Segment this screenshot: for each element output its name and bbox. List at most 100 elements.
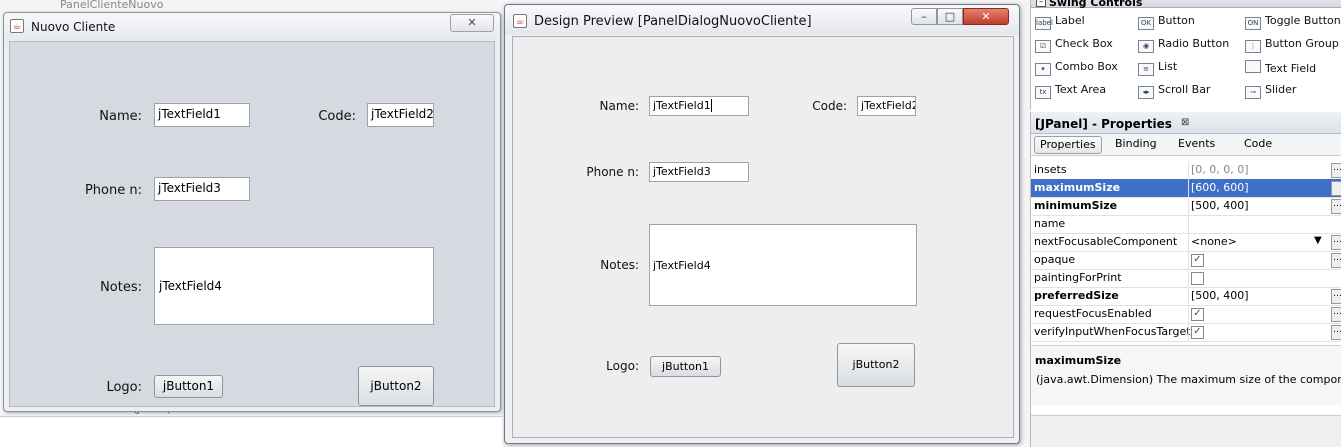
minimize-icon: – (921, 10, 927, 23)
palette-item-label: Button (1158, 14, 1195, 27)
property-checkbox[interactable] (1191, 272, 1204, 285)
palette-item-check-box[interactable]: ☑ Check Box (1035, 37, 1113, 53)
column-divider (1188, 305, 1189, 323)
maximize-button[interactable]: □ (937, 8, 963, 25)
palette-category-label: Swing Controls (1049, 0, 1143, 9)
palette-item-button[interactable]: OK Button (1138, 14, 1195, 30)
name-value: jTextField1 (653, 99, 711, 112)
property-checkbox[interactable]: ✓ (1191, 308, 1204, 321)
column-divider (1188, 251, 1189, 269)
code-input[interactable]: jTextField2 (367, 103, 434, 127)
notes-label: Notes: (100, 280, 142, 295)
column-divider (1188, 215, 1189, 233)
palette-item-label: Radio Button (1158, 37, 1230, 50)
property-editor-button[interactable]: … (1331, 325, 1341, 340)
property-editor-button[interactable]: … (1331, 289, 1341, 304)
property-editor-button[interactable]: … (1331, 235, 1341, 250)
property-row-paintingforprint[interactable]: paintingForPrint (1031, 269, 1341, 288)
close-button[interactable]: ✕ (963, 8, 1009, 25)
property-editor-button[interactable]: … (1331, 307, 1341, 322)
property-name: paintingForPrint (1034, 271, 1122, 284)
column-divider (1188, 287, 1189, 305)
dropdown-arrow-icon[interactable]: ▼ (1314, 235, 1322, 246)
background-panel (0, 416, 503, 447)
property-row-opaque[interactable]: opaque✓… (1031, 251, 1341, 270)
property-value[interactable]: <none> (1191, 235, 1237, 248)
property-editor-button[interactable]: … (1331, 163, 1341, 178)
property-value[interactable]: [600, 600] (1191, 181, 1249, 194)
property-row-nextfocusablecomponent[interactable]: nextFocusableComponent<none>▼… (1031, 233, 1341, 252)
tab-binding[interactable]: Binding (1110, 136, 1162, 154)
property-name: maximumSize (1034, 181, 1121, 194)
palette-item-label: Button Group (1265, 37, 1339, 50)
palette-item-toggle-button[interactable]: ON Toggle Button (1245, 14, 1341, 30)
logo-label: Logo: (106, 380, 142, 395)
property-editor-button[interactable]: … (1331, 199, 1341, 214)
palette-item-slider[interactable]: ⊸ Slider (1245, 83, 1296, 99)
property-row-minimumsize[interactable]: minimumSize[500, 400]… (1031, 197, 1341, 216)
property-row-insets[interactable]: insets [0, 0, 0, 0] … (1031, 161, 1341, 180)
palette-item-label: Text Field (1265, 62, 1317, 75)
close-button[interactable]: ✕ (450, 14, 494, 32)
checkbox-icon: ☑ (1035, 40, 1051, 53)
text-field-icon (1245, 60, 1261, 73)
property-name: insets (1034, 163, 1067, 176)
property-name: verifyInputWhenFocusTarget (1034, 325, 1191, 338)
palette-item-label[interactable]: label Label (1035, 14, 1085, 30)
jbutton2[interactable]: jButton2 (837, 343, 915, 387)
property-value[interactable]: [500, 400] (1191, 199, 1249, 212)
property-name: preferredSize (1034, 289, 1119, 302)
text-area-icon: tx (1035, 86, 1051, 99)
palette-item-button-group[interactable]: ⋮ Button Group (1245, 37, 1339, 53)
minimize-button[interactable]: – (911, 8, 937, 25)
jbutton2[interactable]: jButton2 (358, 366, 434, 406)
palette-item-scroll-bar[interactable]: ◂▸ Scroll Bar (1138, 83, 1210, 99)
close-icon[interactable]: ⊠ (1181, 117, 1189, 128)
palette-item-radio-button[interactable]: ◉ Radio Button (1138, 37, 1229, 53)
button-group-icon: ⋮ (1245, 40, 1261, 53)
property-checkbox[interactable]: ✓ (1191, 254, 1204, 267)
phone-input[interactable]: jTextField3 (154, 177, 250, 201)
palette-item-label: List (1158, 60, 1178, 73)
palette-category-header[interactable]: – Swing Controls (1031, 0, 1341, 9)
lower-panel (1031, 415, 1341, 447)
property-editor-button[interactable]: … (1331, 253, 1341, 268)
code-input[interactable]: jTextField2 (857, 96, 916, 116)
property-row-maximumsize[interactable]: maximumSize [600, 600] … (1031, 179, 1341, 198)
tab-events[interactable]: Events (1173, 136, 1220, 154)
java-app-icon: ☕ (10, 19, 24, 33)
jbutton1[interactable]: jButton1 (154, 375, 223, 398)
name-input[interactable]: jTextField1 (649, 96, 749, 116)
nuovo-cliente-window: ☕ Nuovo Cliente ✕ Name: jTextField1 Code… (3, 12, 501, 412)
phone-label: Phone n: (84, 183, 142, 198)
jbutton1[interactable]: jButton1 (650, 356, 721, 377)
palette-item-list[interactable]: ≡ List (1138, 60, 1177, 76)
tab-properties[interactable]: Properties (1034, 136, 1102, 154)
tab-code[interactable]: Code (1239, 136, 1277, 154)
property-row-preferredsize[interactable]: preferredSize [500, 400] … (1031, 287, 1341, 306)
name-input[interactable]: jTextField1 (154, 103, 250, 127)
phone-input[interactable]: jTextField3 (649, 162, 749, 182)
combo-box-icon: ▾ (1035, 63, 1051, 76)
property-row-requestfocusenabled[interactable]: requestFocusEnabled✓… (1031, 305, 1341, 324)
notes-text: jTextField4 (653, 259, 711, 272)
properties-titlebar: [JPanel] - Properties ⊠ (1031, 112, 1341, 134)
palette-item-text-field[interactable]: Text Field (1245, 60, 1316, 75)
palette-item-text-area[interactable]: tx Text Area (1035, 83, 1106, 99)
property-row-name[interactable]: name (1031, 215, 1341, 234)
radio-button-icon: ◉ (1138, 40, 1154, 53)
palette-item-combo-box[interactable]: ▾ Combo Box (1035, 60, 1118, 76)
property-value[interactable]: [500, 400] (1191, 289, 1249, 302)
property-editor-button[interactable]: … (1331, 181, 1341, 196)
notes-textarea[interactable]: jTextField4 (649, 224, 917, 306)
slider-icon: ⊸ (1245, 86, 1261, 99)
property-row-verifyinputwhenfocustarget[interactable]: verifyInputWhenFocusTarget✓ … (1031, 323, 1341, 342)
notes-textarea[interactable]: jTextField4 (154, 247, 434, 325)
background-tree-item: PanelClienteNuovo (60, 0, 164, 10)
column-divider (1188, 161, 1189, 179)
property-value[interactable]: [0, 0, 0, 0] (1191, 163, 1249, 176)
code-label: Code: (318, 109, 356, 124)
label-icon: label (1035, 17, 1053, 30)
column-divider (1188, 269, 1189, 287)
property-checkbox[interactable]: ✓ (1191, 326, 1204, 339)
